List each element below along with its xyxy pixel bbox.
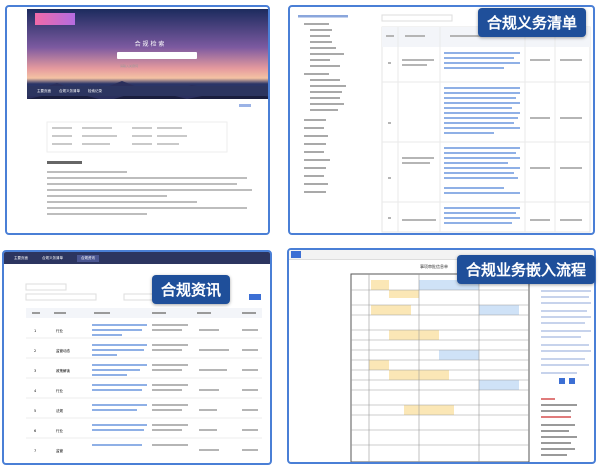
row-number: 2: [34, 349, 37, 353]
table-row[interactable]: 7 监管: [26, 442, 262, 462]
search-input[interactable]: 请输入关键词: [117, 52, 197, 68]
label-obligation-list: 合规义务清单: [478, 8, 587, 37]
nav-item-obligations[interactable]: 合规义务清单: [59, 89, 80, 94]
row-number: 5: [34, 409, 37, 413]
row-number: 6: [34, 429, 37, 433]
panel-search-portal: 合 规 检 索 请输入关键词 主要页面 合规义务清单 检索记录: [5, 5, 270, 235]
panel-obligation-list: [288, 5, 595, 235]
row-type: 监管: [56, 449, 63, 453]
table-row[interactable]: 5 法规: [26, 402, 262, 422]
row-type: 行业: [56, 429, 63, 433]
obligation-list-view: [298, 14, 591, 233]
row-type: 监管动态: [56, 349, 70, 353]
hero-title: 合 规 检 索: [134, 41, 165, 48]
nav-item-home[interactable]: 主要页面: [37, 89, 51, 94]
row-number: 7: [34, 449, 37, 453]
row-type: 政策解读: [56, 369, 70, 373]
table-row[interactable]: 3 政策解读: [26, 362, 262, 382]
table-row[interactable]: 2 监管动态: [26, 342, 262, 362]
row-type: 行业: [56, 329, 63, 333]
portal-text-lines: [46, 104, 252, 215]
table-row[interactable]: 4 行业: [26, 382, 262, 402]
nav-item-history[interactable]: 检索记录: [88, 89, 102, 94]
row-type: 行业: [56, 389, 63, 393]
portal-nav: 主要页面 合规义务清单 检索记录: [27, 86, 268, 96]
table-row[interactable]: 1 行业: [26, 322, 262, 342]
panel-compliance-news: 主要页面 合规义务清单 合规资讯 1 行业 2 监管动态 3 政策解读 4 行业…: [2, 250, 272, 465]
portal-logo: [35, 13, 75, 25]
row-type: 法规: [56, 409, 63, 413]
table-row[interactable]: 6 行业: [26, 422, 262, 442]
label-business-process: 合规业务嵌入流程: [457, 255, 596, 284]
portal-content: [27, 99, 268, 233]
row-number: 4: [34, 389, 37, 393]
label-compliance-news: 合规资讯: [152, 275, 231, 304]
row-number: 1: [34, 329, 37, 333]
row-number: 3: [34, 369, 37, 373]
